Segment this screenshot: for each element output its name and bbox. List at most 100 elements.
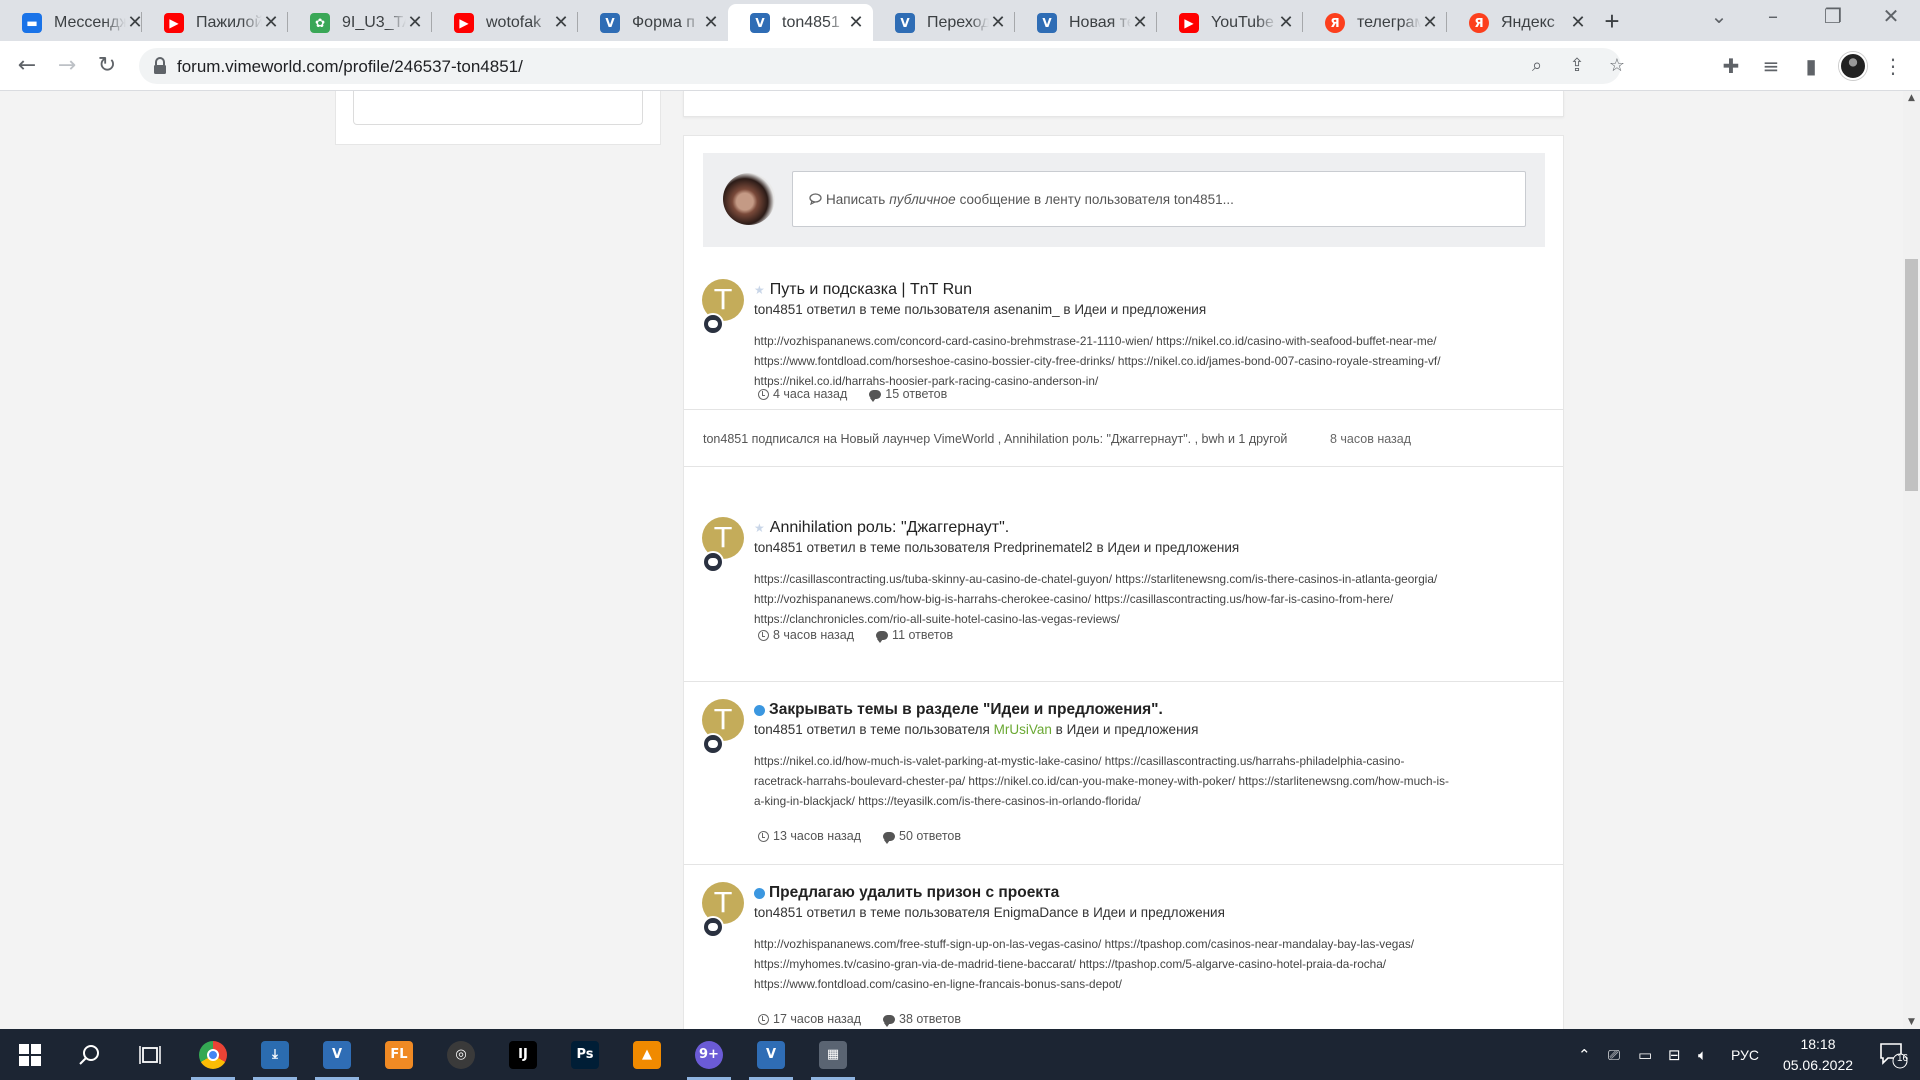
tray-chevron-icon[interactable]: ⌃: [1578, 1029, 1591, 1080]
tab-close-icon[interactable]: ✕: [1277, 12, 1295, 33]
lock-icon[interactable]: [153, 57, 167, 75]
browser-tab[interactable]: V Новая те ✕: [1015, 4, 1157, 41]
browser-toolbar: ← → ↻ forum.vimeworld.com/profile/246537…: [0, 41, 1920, 91]
browser-tab[interactable]: ▶ YouTube ✕: [1157, 4, 1303, 41]
language-indicator[interactable]: РУС: [1731, 1029, 1759, 1080]
profile-avatar[interactable]: [1839, 52, 1867, 80]
browser-tab[interactable]: ▬Мессенджер✕: [0, 4, 152, 41]
topic-author-link[interactable]: EnigmaDance: [994, 905, 1079, 920]
browser-tab[interactable]: Ятелеграм ✕: [1303, 4, 1447, 41]
forum-section-link[interactable]: в Идеи и предложения: [1052, 722, 1199, 737]
scroll-up-arrow-icon[interactable]: ▲: [1903, 91, 1920, 105]
vimeworld-app-icon: V: [323, 1040, 351, 1069]
taskbar-app[interactable]: [183, 1029, 243, 1080]
status-input[interactable]: Написать публичное сообщение в ленту пол…: [792, 171, 1526, 227]
reply-count: 50 ответов: [899, 829, 961, 843]
scroll-down-arrow-icon[interactable]: ▼: [1903, 1015, 1920, 1029]
notification-center-button[interactable]: 16: [1866, 1029, 1920, 1080]
topic-title-link[interactable]: Закрывать темы в разделе "Идеи и предлож…: [754, 701, 1163, 719]
calculator-icon: ▦: [819, 1040, 847, 1069]
forum-section-link[interactable]: в Идеи и предложения: [1093, 540, 1239, 555]
extensions-icon[interactable]: ✚: [1717, 52, 1745, 80]
zoom-icon[interactable]: ⌕: [1525, 54, 1549, 78]
bookmark-star-icon[interactable]: ☆: [1605, 54, 1629, 78]
browser-tab[interactable]: ▶ Пажилой ✕: [142, 4, 288, 41]
system-clock[interactable]: 18:18 05.06.2022: [1770, 1034, 1866, 1076]
tab-close-icon[interactable]: ✕: [1421, 12, 1439, 33]
browser-tab[interactable]: V Форма п ✕: [578, 4, 728, 41]
taskbar-app[interactable]: ◎: [431, 1029, 491, 1080]
tab-close-icon[interactable]: ✕: [262, 12, 280, 33]
obs-icon: ◎: [447, 1040, 475, 1069]
back-arrow-icon[interactable]: ←: [13, 52, 41, 80]
tab-close-icon[interactable]: ✕: [1569, 12, 1587, 33]
taskbar-app[interactable]: Ps: [555, 1029, 615, 1080]
browser-tab[interactable]: Vton4851 ✕: [728, 4, 873, 41]
address-bar[interactable]: forum.vimeworld.com/profile/246537-ton48…: [139, 48, 1625, 84]
browser-tab[interactable]: Я Яндекс ✕: [1447, 4, 1595, 41]
scroll-thumb[interactable]: [1905, 259, 1918, 491]
network-icon[interactable]: ⊟: [1668, 1029, 1681, 1080]
close-window-button[interactable]: ✕: [1876, 4, 1906, 28]
tab-close-icon[interactable]: ✕: [1131, 12, 1149, 33]
volume-icon[interactable]: 🔈︎: [1698, 1029, 1707, 1080]
post-time[interactable]: 4 часа назад: [773, 387, 847, 401]
page-scrollbar[interactable]: ▲ ▼: [1903, 91, 1920, 1029]
activity-item: T ★ Путь и подсказка | TnT Run ton4851 отве…: [684, 263, 1563, 410]
search-button[interactable]: [60, 1029, 120, 1080]
youtube-icon: ▶: [1179, 12, 1199, 33]
new-tab-button[interactable]: +: [1600, 6, 1624, 37]
forum-section-link[interactable]: в Идеи и предложения: [1078, 905, 1225, 920]
taskbar-app[interactable]: ▲: [617, 1029, 677, 1080]
tab-close-icon[interactable]: ✕: [847, 12, 865, 33]
browser-tab[interactable]: ✿ 9I_U3_TAI✕: [288, 4, 432, 41]
taskbar-app[interactable]: V: [307, 1029, 367, 1080]
share-icon[interactable]: ⇪: [1565, 54, 1589, 78]
tab-close-icon[interactable]: ✕: [989, 12, 1007, 33]
avatar[interactable]: [723, 173, 775, 225]
taskbar-app[interactable]: V: [741, 1029, 801, 1080]
post-time[interactable]: 17 часов назад: [773, 1012, 861, 1026]
reply-badge-icon: [702, 313, 724, 335]
forward-arrow-icon[interactable]: →: [53, 52, 81, 80]
tab-title: Новая те: [1069, 13, 1131, 31]
topic-author-link[interactable]: asenanim_: [994, 302, 1060, 317]
taskbar-app[interactable]: ▦: [803, 1029, 863, 1080]
start-button[interactable]: [0, 1029, 60, 1080]
activity-stats: 8 часов назад 11 ответов: [758, 628, 953, 643]
tab-close-icon[interactable]: ✕: [406, 12, 424, 33]
topic-title-link[interactable]: Предлагаю удалить призон с проекта: [754, 884, 1059, 902]
side-panel-icon[interactable]: ▮: [1797, 52, 1825, 80]
browser-tab[interactable]: V Переход ✕: [873, 4, 1015, 41]
forum-section-link[interactable]: в Идеи и предложения: [1060, 302, 1206, 317]
topic-title-link[interactable]: ★ Annihilation роль: "Джаггернаут".: [754, 519, 1009, 537]
media-control-icon[interactable]: ≡: [1757, 52, 1785, 80]
task-view-button[interactable]: [120, 1029, 180, 1080]
topic-author-link[interactable]: MrUsiVan: [994, 722, 1052, 737]
tab-close-icon[interactable]: ✕: [552, 12, 570, 33]
tab-search-icon[interactable]: ⌄: [1704, 4, 1734, 28]
battery-icon[interactable]: ▭: [1638, 1029, 1652, 1080]
meet-now-icon[interactable]: ⎚: [1608, 1029, 1620, 1080]
post-time[interactable]: 8 часов назад: [773, 628, 854, 642]
minimize-button[interactable]: –: [1758, 4, 1788, 28]
clock-icon: [758, 388, 769, 400]
taskbar-app[interactable]: IJ: [493, 1029, 553, 1080]
taskbar-app[interactable]: ⤓: [245, 1029, 305, 1080]
url-text[interactable]: forum.vimeworld.com/profile/246537-ton48…: [177, 57, 523, 77]
taskbar-app[interactable]: FL: [369, 1029, 429, 1080]
activity-meta: ton4851 ответил в теме пользователя MrUs…: [754, 722, 1198, 737]
task-view-icon: [139, 1045, 161, 1064]
topic-author-link[interactable]: Predprinematel2: [994, 540, 1093, 555]
menu-kebab-icon[interactable]: ⋮: [1879, 52, 1907, 80]
tab-title: Яндекс: [1501, 13, 1555, 31]
restore-button[interactable]: ❐: [1818, 4, 1848, 28]
browser-tab[interactable]: ▶ wotofak ✕: [432, 4, 578, 41]
reply-count: 15 ответов: [885, 387, 948, 401]
reload-icon[interactable]: ↻: [93, 52, 121, 80]
taskbar-app[interactable]: 9+: [679, 1029, 739, 1080]
post-time[interactable]: 13 часов назад: [773, 829, 861, 843]
tab-close-icon[interactable]: ✕: [702, 12, 720, 33]
topic-title-link[interactable]: ★ Путь и подсказка | TnT Run: [754, 281, 972, 299]
follow-activity-text[interactable]: ton4851 подписался на Новый лаунчер Vime…: [703, 432, 1287, 446]
